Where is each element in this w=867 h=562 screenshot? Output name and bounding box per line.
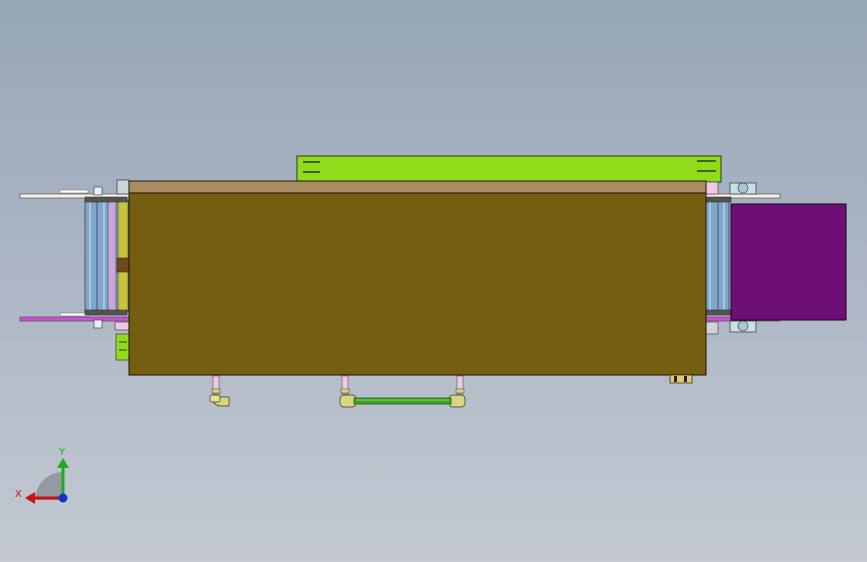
top-plate bbox=[128, 180, 707, 194]
left-shaft-assembly bbox=[19, 179, 133, 361]
y-axis-label: Y bbox=[58, 447, 66, 458]
top-green-panel bbox=[296, 155, 722, 183]
lower-right-connector bbox=[669, 374, 693, 384]
x-axis-label: X bbox=[15, 489, 22, 500]
axis-triad: Y X bbox=[15, 447, 69, 504]
left-pipe-stub bbox=[209, 375, 230, 407]
main-body bbox=[128, 192, 707, 376]
purple-motor bbox=[730, 203, 847, 321]
cad-viewport[interactable]: Y X bbox=[0, 0, 867, 562]
bottom-pipe-loop bbox=[339, 375, 466, 408]
